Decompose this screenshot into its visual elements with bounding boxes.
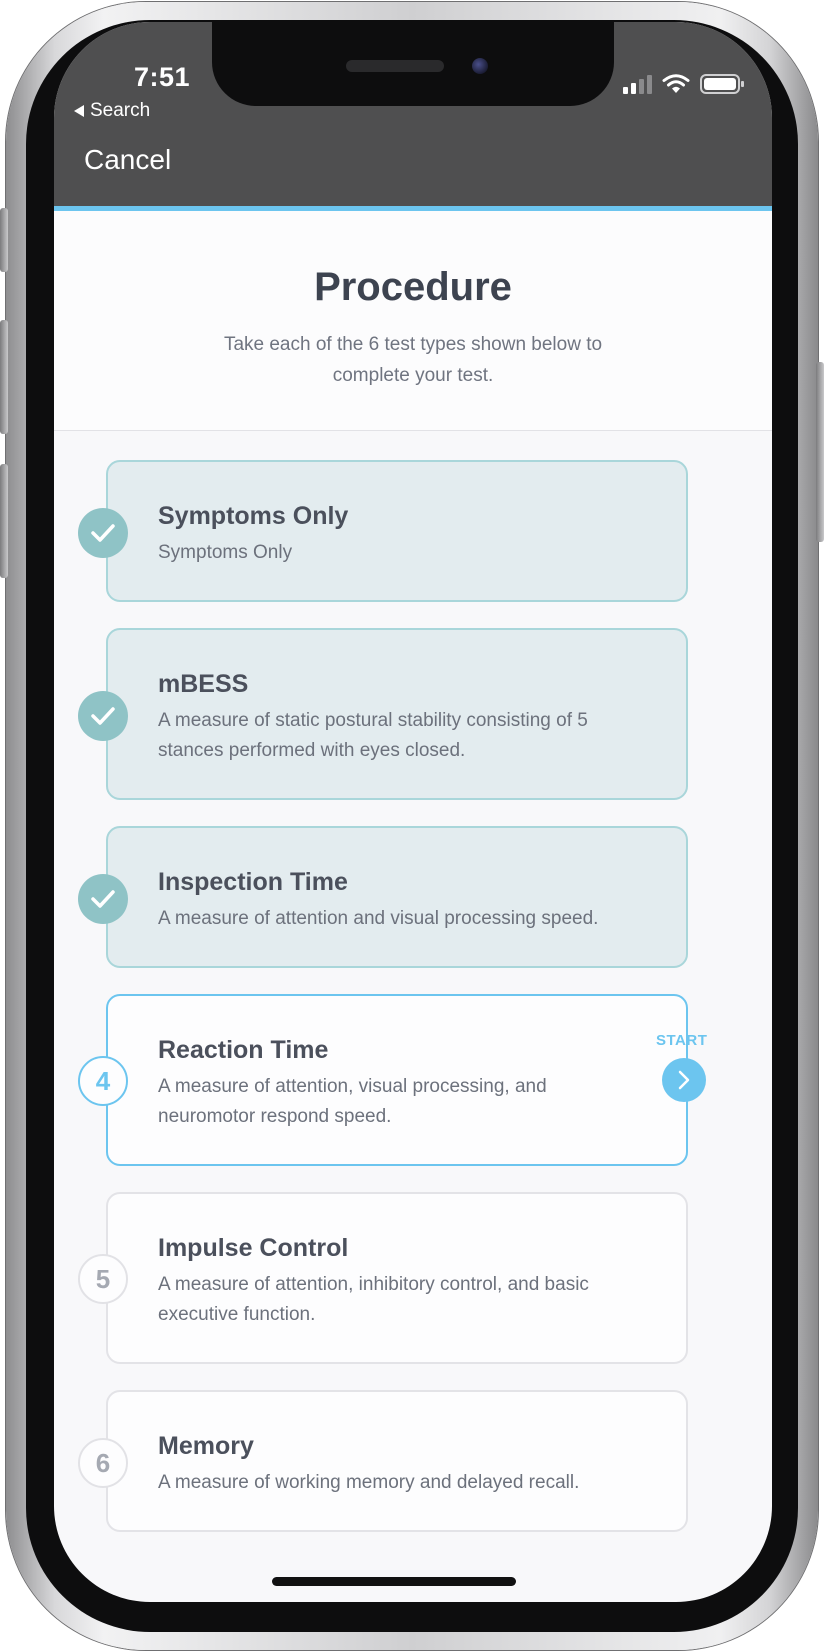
step-card-inspection-time[interactable]: Inspection Time A measure of attention a…: [106, 826, 688, 968]
start-label: START: [656, 1032, 708, 1049]
step-number-badge: 5: [78, 1254, 128, 1304]
step-title: Inspection Time: [158, 868, 348, 896]
volume-up-button: [0, 320, 8, 434]
step-card-mbess[interactable]: mBESS A measure of static postural stabi…: [106, 628, 688, 800]
step-description: A measure of attention and visual proces…: [158, 908, 599, 929]
navigation-bar: 7:51 Search Cancel: [54, 22, 772, 208]
back-search-label: Search: [90, 100, 151, 121]
app-screen: 7:51 Search Cancel Procedure Take each o…: [54, 22, 772, 1602]
page-subtitle: Take each of the 6 test types shown belo…: [223, 334, 603, 386]
step-title: Impulse Control: [158, 1234, 349, 1262]
earpiece-speaker: [346, 60, 444, 72]
step-card-memory[interactable]: Memory A measure of working memory and d…: [106, 1390, 688, 1532]
step-description: A measure of working memory and delayed …: [158, 1472, 580, 1493]
silent-switch: [0, 208, 8, 272]
step-title: Symptoms Only: [158, 502, 349, 530]
checkmark-icon: [91, 524, 115, 542]
volume-down-button: [0, 464, 8, 578]
step-complete-badge: [78, 508, 128, 558]
step-description: A measure of attention, visual processin…: [158, 1076, 547, 1127]
step-card-symptoms-only[interactable]: Symptoms Only Symptoms Only: [106, 460, 688, 602]
step-description: Symptoms Only: [158, 542, 293, 563]
home-indicator[interactable]: [272, 1577, 516, 1586]
notch: [212, 22, 614, 106]
checkmark-icon: [91, 707, 115, 725]
back-to-search-button[interactable]: Search: [74, 100, 150, 122]
step-number-badge: 6: [78, 1438, 128, 1488]
step-description: A measure of attention, inhibitory contr…: [158, 1274, 589, 1325]
battery-icon: [700, 74, 744, 94]
step-description: A measure of static postural stability c…: [158, 710, 588, 761]
step-title: mBESS: [158, 670, 249, 698]
back-arrow-icon: [74, 105, 84, 117]
front-camera: [472, 58, 488, 74]
step-title: Memory: [158, 1432, 254, 1460]
status-time: 7:51: [133, 62, 191, 92]
checkmark-icon: [91, 890, 115, 908]
chevron-right-icon: [678, 1070, 690, 1090]
cellular-signal-icon: [623, 75, 652, 94]
step-number-badge: 4: [78, 1056, 128, 1106]
power-button: [816, 362, 824, 542]
page-title: Procedure: [314, 265, 512, 309]
start-button[interactable]: [662, 1058, 706, 1102]
cancel-button[interactable]: Cancel: [84, 144, 171, 176]
status-icons: [622, 74, 744, 94]
step-complete-badge: [78, 691, 128, 741]
step-card-impulse-control[interactable]: Impulse Control A measure of attention, …: [106, 1192, 688, 1364]
step-card-reaction-time[interactable]: Reaction Time A measure of attention, vi…: [106, 994, 707, 1166]
wifi-icon: [662, 74, 690, 93]
procedure-header: Procedure Take each of the 6 test types …: [54, 211, 772, 431]
step-complete-badge: [78, 874, 128, 924]
step-title: Reaction Time: [158, 1036, 329, 1064]
